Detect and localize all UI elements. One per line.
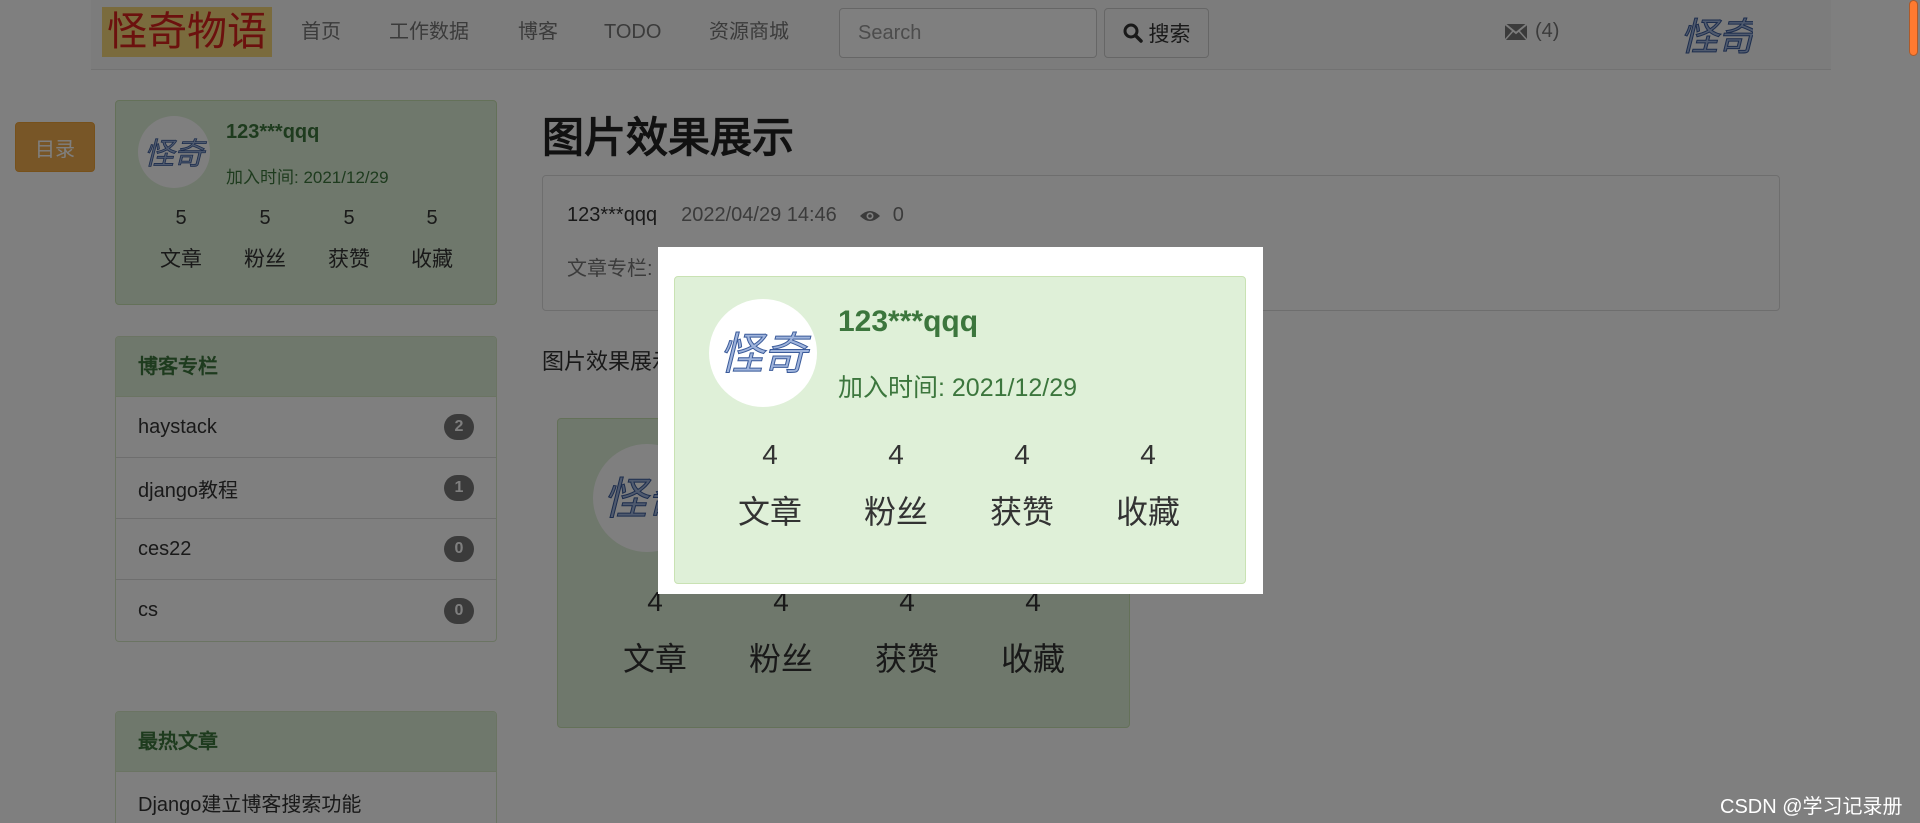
- stat-fans-label: 粉丝: [863, 494, 928, 530]
- stat-fans-count: 4: [888, 439, 904, 470]
- avatar: 怪奇: [709, 299, 817, 407]
- page-scrollbar[interactable]: [1906, 0, 1920, 60]
- stat-articles-count: 4: [762, 439, 778, 470]
- modal-join-date: 加入时间: 2021/12/29: [838, 374, 1078, 402]
- stat-favorites-label: 收藏: [1115, 494, 1180, 530]
- csdn-watermark: CSDN @学习记录册: [1720, 796, 1903, 818]
- calligraphy-avatar-icon: 怪奇: [719, 329, 812, 381]
- stat-likes-label: 获赞: [989, 494, 1054, 530]
- modal-profile-name: 123***qqq: [838, 305, 979, 338]
- stat-articles-label: 文章: [737, 494, 802, 530]
- scrollbar-thumb[interactable]: [1909, 0, 1918, 56]
- stat-favorites-count: 4: [1140, 439, 1156, 470]
- svg-text:怪奇: 怪奇: [719, 329, 811, 380]
- image-preview-modal: 怪奇 123***qqq 加入时间: 2021/12/29 4 文章 4 粉丝 …: [658, 247, 1263, 594]
- stat-likes-count: 4: [1014, 439, 1030, 470]
- modal-profile-card: 怪奇 123***qqq 加入时间: 2021/12/29 4 文章 4 粉丝 …: [674, 276, 1246, 584]
